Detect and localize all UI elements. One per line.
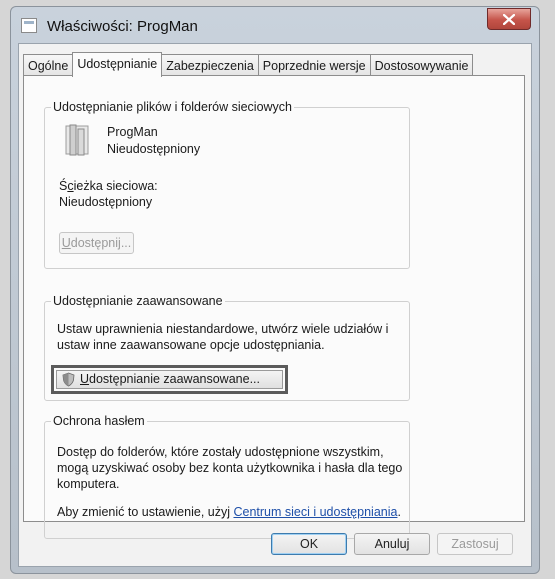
password-protection-title: Ochrona hasłem [51,414,147,428]
folder-icon [65,124,89,156]
password-protection-group: Ochrona hasłem Dostęp do folderów, które… [44,414,410,539]
network-sharing-group: Udostępnianie plików i folderów sieciowy… [44,100,410,269]
advanced-sharing-highlight: Udostępnianie zaawansowane... [51,365,288,394]
tab-security[interactable]: Zabezpieczenia [161,54,259,76]
dialog-client-area: Ogólne Udostępnianie Zabezpieczenia Popr… [18,43,532,567]
password-desc-line1: Dostęp do folderów, które zostały udostę… [57,445,384,459]
advanced-desc-line2: ustaw inne zaawansowane opcje udostępnia… [57,338,325,352]
window-title: Właściwości: ProgMan [47,18,198,35]
apply-button[interactable]: Zastosuj [437,533,513,555]
advanced-desc-line1: Ustaw uprawnienia niestandardowe, utwórz… [57,322,389,336]
sharing-tab-panel: Udostępnianie plików i folderów sieciowy… [23,75,525,539]
properties-window: Właściwości: ProgMan Ogólne Udostępniani… [10,6,540,574]
advanced-sharing-button-label: Udostępnianie zaawansowane... [80,372,260,386]
ok-button[interactable]: OK [271,533,347,555]
folder-name: ProgMan [107,125,158,139]
advanced-sharing-button[interactable]: Udostępnianie zaawansowane... [56,370,283,389]
tab-general[interactable]: Ogólne [23,54,74,76]
tab-customize[interactable]: Dostosowywanie [369,54,474,76]
share-button[interactable]: Udostępnij... [59,232,134,254]
network-path-label: Ścieżka sieciowa: [59,179,158,193]
folder-window-icon [21,18,37,33]
network-center-link[interactable]: Centrum sieci i udostępniania [233,505,397,519]
close-button[interactable] [487,8,531,30]
folder-share-status: Nieudostępniony [107,142,201,156]
advanced-sharing-title: Udostępnianie zaawansowane [51,294,225,308]
cancel-button[interactable]: Anuluj [354,533,430,555]
password-desc-line3: komputera. [57,477,120,491]
password-desc-line2: mogą uzyskiwać osoby bez konta użytkowni… [57,461,403,475]
title-bar[interactable]: Właściwości: ProgMan [11,7,539,43]
password-change-text: Aby zmienić to ustawienie, użyj Centrum … [57,504,401,520]
tab-strip: Ogólne Udostępnianie Zabezpieczenia Popr… [23,52,474,77]
shield-icon [62,372,75,387]
tab-previous-versions[interactable]: Poprzednie wersje [257,54,371,76]
network-path-value: Nieudostępniony [59,195,153,209]
tab-sharing[interactable]: Udostępnianie [72,52,163,77]
change-suffix: . [397,505,401,519]
network-sharing-title: Udostępnianie plików i folderów sieciowy… [51,100,295,114]
change-prefix: Aby zmienić to ustawienie, użyj [57,505,234,519]
close-icon [503,13,515,25]
